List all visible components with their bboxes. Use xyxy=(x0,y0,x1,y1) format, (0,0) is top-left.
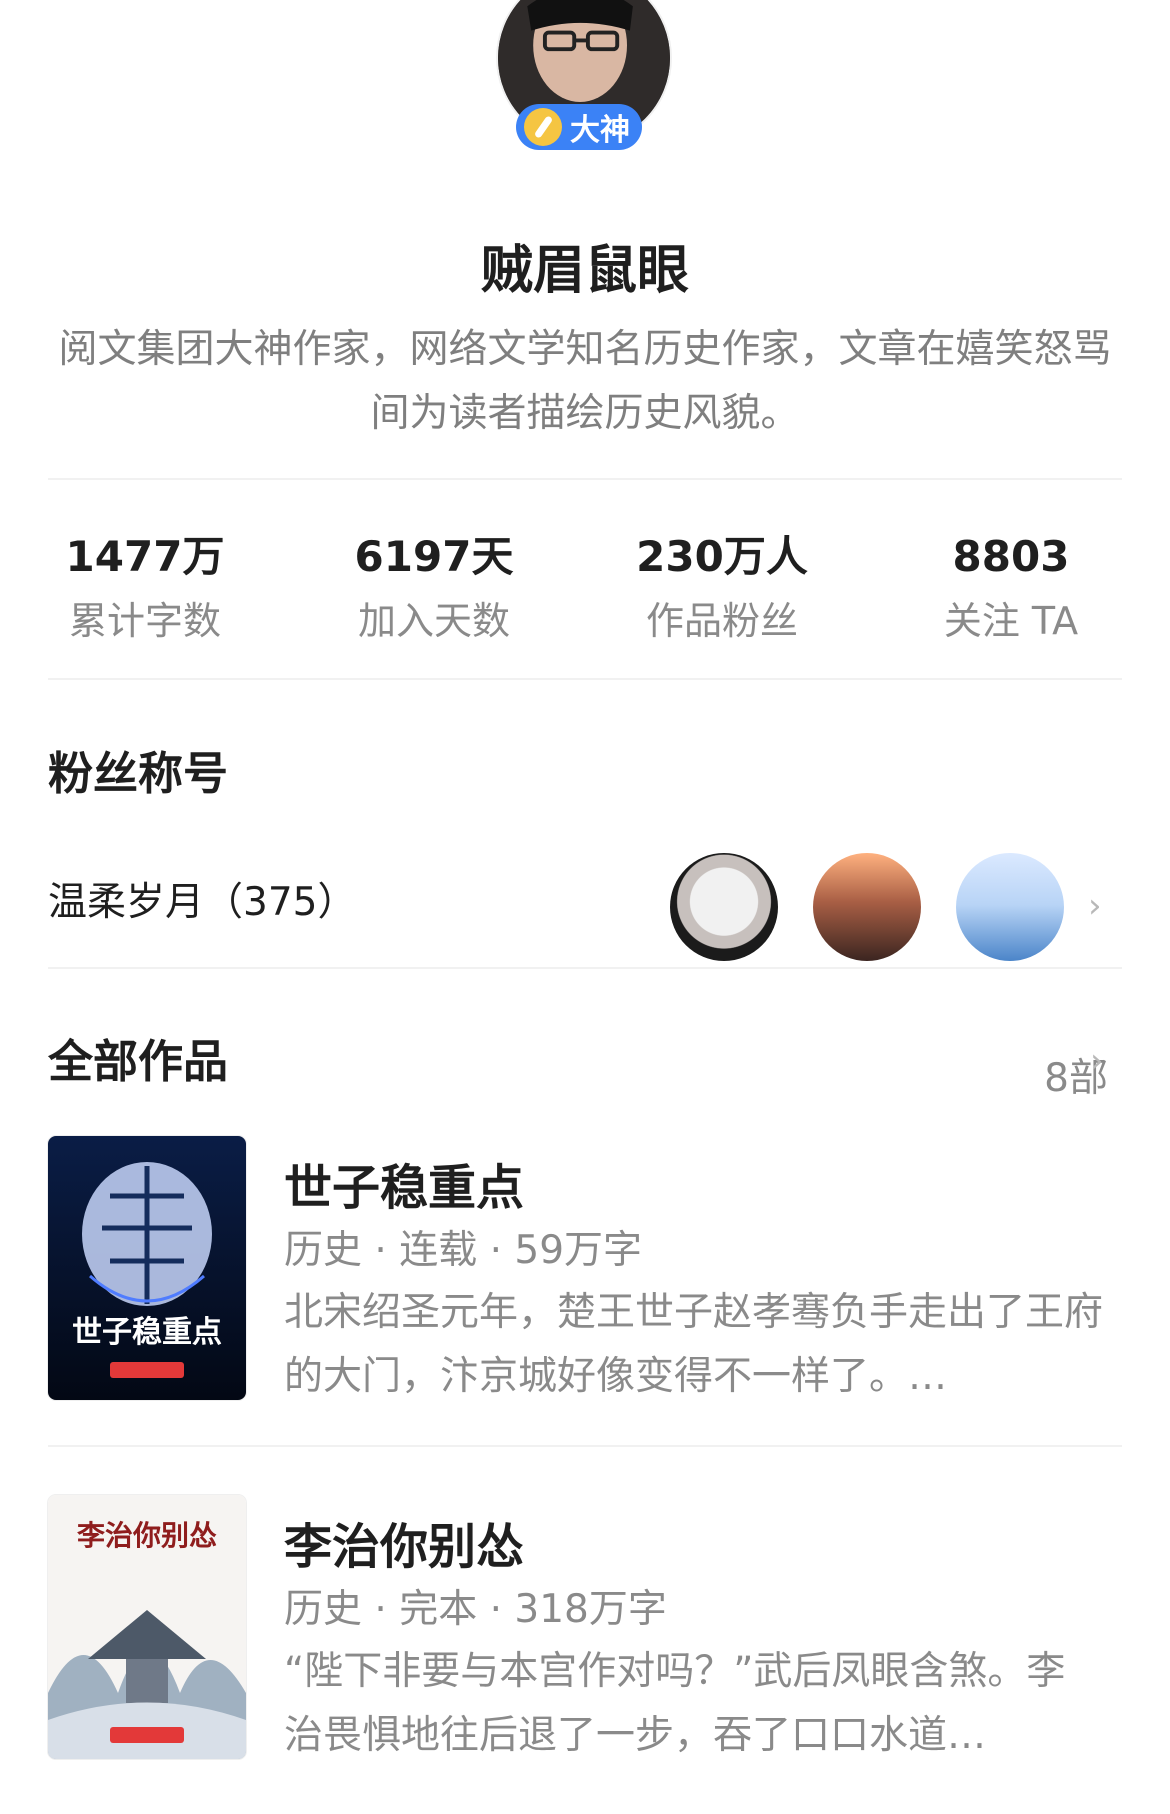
fans-title: 粉丝称号 xyxy=(48,747,229,800)
book-meta-1: 历史 · 连载 · 59万字 xyxy=(284,1228,643,1273)
book-item-1[interactable]: 世子稳重点 世子稳重点 历史 · 连载 · 59万字 北宋绍圣元年，楚王世子赵孝… xyxy=(48,1136,1122,1400)
book-meta-2: 历史 · 完本 · 318万字 xyxy=(284,1587,667,1632)
cover-title-1: 世子稳重点 xyxy=(72,1315,222,1350)
stat-label: 作品粉丝 xyxy=(645,599,798,643)
stat-label: 累计字数 xyxy=(68,599,221,643)
stat-value: 230万人 xyxy=(636,532,808,581)
fan-avatar-1[interactable] xyxy=(670,853,778,961)
book-cover-1[interactable]: 世子稳重点 xyxy=(48,1136,246,1400)
book-title-1: 世子稳重点 xyxy=(284,1160,525,1216)
author-badge: 大神 xyxy=(516,104,642,150)
author-name: 贼眉鼠眼 xyxy=(480,241,689,301)
stat-value: 1477万 xyxy=(65,532,225,581)
stat-total-words[interactable]: 1477万 累计字数 xyxy=(30,528,260,656)
fan-avatar-3[interactable] xyxy=(956,853,1064,961)
book-cover-art-2: 李治你别怂 xyxy=(48,1495,246,1759)
cover-title-2: 李治你别怂 xyxy=(77,1519,217,1552)
divider-fans xyxy=(48,967,1122,969)
stat-label: 加入天数 xyxy=(357,599,510,643)
fan-title-label: 温柔岁月（375） xyxy=(48,880,357,925)
author-avatar-wrap[interactable]: 大神 xyxy=(496,0,672,150)
divider-stats xyxy=(48,678,1122,680)
book-item-2[interactable]: 李治你别怂 李治你别怂 历史 · 完本 · 318万字 “陛下非要与本宫作对吗？… xyxy=(48,1495,1122,1759)
book-cover-art-1: 世子稳重点 xyxy=(48,1136,246,1400)
chevron-right-icon[interactable]: › xyxy=(1088,889,1102,923)
fan-avatar-2[interactable] xyxy=(813,853,921,961)
works-title: 全部作品 xyxy=(48,1035,229,1088)
pen-icon xyxy=(524,108,562,146)
fan-title-row[interactable]: 温柔岁月（375） › xyxy=(48,853,1122,963)
book-title-2: 李治你别怂 xyxy=(284,1519,525,1575)
stat-label: 关注 TA xyxy=(943,599,1079,643)
divider-top xyxy=(48,478,1122,480)
book-desc-2: “陛下非要与本宫作对吗？”武后凤眼含煞。李治畏惧地往后退了一步，吞了口口水道… xyxy=(284,1649,1066,1758)
divider-book xyxy=(48,1445,1122,1447)
book-cover-2[interactable]: 李治你别怂 xyxy=(48,1495,246,1759)
stat-value: 6197天 xyxy=(354,532,514,581)
badge-label: 大神 xyxy=(570,113,630,148)
chevron-right-icon[interactable]: › xyxy=(1090,1044,1104,1078)
stat-follow[interactable]: 8803 关注 TA xyxy=(896,528,1126,656)
stat-fans[interactable]: 230万人 作品粉丝 xyxy=(607,528,837,656)
stat-join-days[interactable]: 6197天 加入天数 xyxy=(319,528,549,656)
book-desc-1: 北宋绍圣元年，楚王世子赵孝骞负手走出了王府的大门，汴京城好像变得不一样了。… xyxy=(284,1290,1104,1399)
author-intro: 阅文集团大神作家，网络文学知名历史作家，文章在嬉笑怒骂间为读者描绘历史风貌。 xyxy=(58,327,1112,436)
stats-bar: 1477万 累计字数 6197天 加入天数 230万人 作品粉丝 8803 关注… xyxy=(0,528,1170,658)
stat-value: 8803 xyxy=(952,532,1070,581)
